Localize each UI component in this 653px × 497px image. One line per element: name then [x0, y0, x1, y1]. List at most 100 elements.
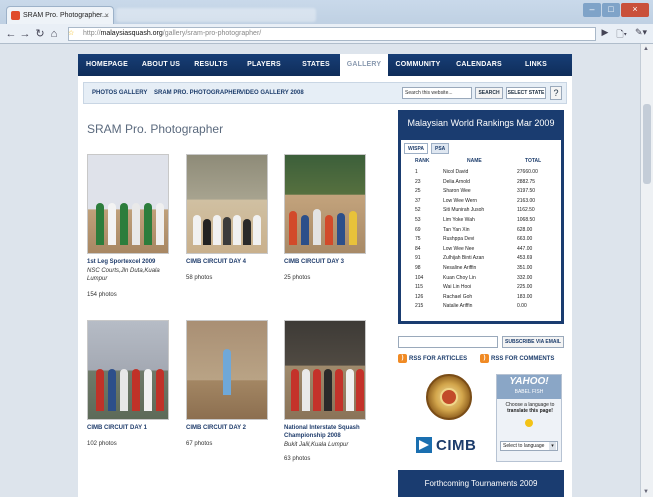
close-tab-icon[interactable]: × — [104, 7, 109, 24]
tab-title: SRAM Pro. Photographer... — [23, 12, 108, 19]
album-thumbnail[interactable] — [186, 320, 268, 420]
scroll-down-icon[interactable]: ▼ — [643, 489, 649, 495]
album-count: 102 photos — [87, 441, 117, 447]
nav-item-about-us[interactable]: ABOUT US — [136, 54, 186, 76]
nav-item-states[interactable]: STATES — [292, 54, 340, 76]
scrollbar[interactable]: ▲ ▼ — [640, 44, 653, 497]
browser-tab-blurred[interactable] — [116, 8, 316, 22]
forthcoming-tournaments-header: Forthcoming Tournaments 2009 — [398, 470, 564, 497]
rank-cell-name: Sharon Wee — [443, 188, 471, 195]
table-row: 23 Delia Arnold 2882.75 — [405, 178, 557, 186]
album-card[interactable]: CIMB CIRCUIT DAY 1 102 photos — [87, 320, 172, 448]
nav-item-homepage[interactable]: HOMEPAGE — [78, 54, 136, 76]
rank-cell-rank: 25 — [415, 188, 421, 195]
rank-cell-name: Nicol David — [443, 169, 469, 175]
rank-cell-name: Low Wee Nee — [443, 245, 475, 252]
select-state-dropdown[interactable]: SELECT STATE — [506, 87, 546, 99]
album-card[interactable]: CIMB CIRCUIT DAY 3 25 photos — [284, 154, 369, 282]
browser-chrome: SRAM Pro. Photographer... × – □ × ← → ↻ … — [0, 0, 653, 44]
album-name[interactable]: CIMB CIRCUIT DAY 1 — [87, 424, 172, 432]
scrollbar-thumb[interactable] — [643, 104, 651, 184]
subnav-video-gallery[interactable]: VIDEO GALLERY 2008 — [240, 83, 304, 103]
nav-item-calendars[interactable]: CALENDARS — [448, 54, 510, 76]
nav-item-results[interactable]: RESULTS — [186, 54, 236, 76]
rss-comments-link[interactable]: ) RSS FOR COMMENTS — [480, 354, 554, 364]
nav-item-links[interactable]: LINKS — [510, 54, 562, 76]
rank-cell-name: Siti Munirah Jusoh — [443, 207, 485, 214]
album-name[interactable]: CIMB CIRCUIT DAY 2 — [186, 424, 271, 432]
album-name[interactable]: National Interstate Squash Championship … — [284, 424, 369, 440]
album-name[interactable]: CIMB CIRCUIT DAY 3 — [284, 258, 369, 266]
scroll-up-icon[interactable]: ▲ — [643, 46, 649, 52]
album-thumbnail[interactable] — [87, 154, 169, 254]
rankings-header: RANK NAME TOTAL — [405, 158, 557, 166]
minimize-icon[interactable]: – — [583, 3, 601, 17]
rank-cell-rank: 75 — [415, 236, 421, 243]
rank-cell-rank: 91 — [415, 255, 421, 262]
association-emblem — [426, 374, 472, 420]
rank-cell-rank: 69 — [415, 226, 421, 233]
rank-cell-total: 0.00 — [517, 303, 527, 310]
rank-cell-total: 453.69 — [517, 255, 533, 262]
page-title: SRAM Pro. Photographer — [87, 122, 224, 136]
rank-cell-rank: 115 — [415, 284, 423, 291]
url-path: /gallery/sram-pro-photographer/ — [162, 30, 262, 37]
search-button[interactable]: SEARCH — [475, 87, 503, 99]
album-location: NSC Courts,Jln Duta,Kuala Lumpur — [87, 268, 160, 282]
rank-cell-rank: 104 — [415, 274, 424, 281]
album-thumbnail[interactable] — [284, 154, 366, 254]
rss-comments-label: RSS FOR COMMENTS — [491, 356, 555, 363]
header-total[interactable]: TOTAL — [525, 158, 541, 164]
back-icon[interactable]: ← — [4, 27, 18, 41]
album-card[interactable]: CIMB CIRCUIT DAY 2 67 photos — [186, 320, 271, 448]
nav-item-community[interactable]: COMMUNITY — [388, 54, 448, 76]
rank-cell-name: Rachael Goh — [443, 293, 473, 300]
nav-item-gallery[interactable]: GALLERY — [340, 54, 388, 76]
album-name[interactable]: CIMB CIRCUIT DAY 4 — [186, 258, 271, 266]
subscribe-button[interactable]: SUBSCRIBE VIA EMAIL — [502, 336, 564, 348]
page-menu-icon[interactable]: ▶ — [601, 27, 608, 43]
tab-psa[interactable]: PSA — [431, 143, 450, 154]
help-icon[interactable]: ? — [550, 86, 562, 100]
close-window-icon[interactable]: × — [621, 3, 649, 17]
table-row: 126 Rachael Goh 183.00 — [405, 293, 557, 301]
rss-articles-link[interactable]: ) RSS FOR ARTICLES — [398, 354, 467, 364]
email-field[interactable] — [398, 336, 498, 348]
rank-cell-total: 183.00 — [517, 293, 533, 300]
rank-cell-rank: 215 — [415, 303, 424, 310]
wrench-icon[interactable]: ✎▾ — [635, 27, 647, 43]
cimb-sponsor-logo[interactable]: CIMB — [416, 436, 476, 454]
address-bar[interactable]: ☆ http://malaysiasquash.org/gallery/sram… — [68, 27, 596, 41]
album-thumbnail[interactable] — [284, 320, 366, 420]
tab-wispa[interactable]: WISPA — [404, 143, 429, 154]
album-count: 63 photos — [284, 456, 311, 462]
search-input[interactable]: Search this website... — [402, 87, 472, 99]
rank-cell-rank: 53 — [415, 217, 421, 223]
header-name[interactable]: NAME — [467, 158, 482, 164]
rank-cell-total: 1162.50 — [517, 207, 535, 214]
page-icon[interactable]: 🗋▾ — [616, 27, 627, 43]
album-name[interactable]: 1st Leg Sportexcel 2009 — [87, 258, 172, 266]
header-rank[interactable]: RANK — [415, 158, 429, 164]
nav-item-players[interactable]: PLAYERS — [236, 54, 292, 76]
table-row: 52 Siti Munirah Jusoh 1162.50 — [405, 206, 557, 214]
rank-cell-name: Rushppa Devi — [443, 236, 475, 243]
album-card[interactable]: 1st Leg Sportexcel 2009 NSC Courts,Jln D… — [87, 154, 172, 299]
album-card[interactable]: CIMB CIRCUIT DAY 4 58 photos — [186, 154, 271, 282]
album-thumbnail[interactable] — [87, 320, 169, 420]
forward-icon[interactable]: → — [18, 27, 32, 41]
home-icon[interactable]: ⌂ — [47, 27, 61, 41]
maximize-icon[interactable]: □ — [602, 3, 620, 17]
rankings-table: WISPA PSA RANK NAME TOTAL 1 Nicol David 27… — [401, 140, 561, 321]
chevron-down-icon[interactable]: ▾ — [549, 442, 556, 450]
star-icon[interactable]: ☆ — [68, 28, 74, 40]
language-select[interactable]: Select to language ▾ — [500, 441, 558, 451]
album-card[interactable]: National Interstate Squash Championship … — [284, 320, 369, 463]
browser-tab[interactable]: SRAM Pro. Photographer... × — [6, 6, 114, 24]
rss-icon: ) — [398, 354, 407, 363]
album-thumbnail[interactable] — [186, 154, 268, 254]
reload-icon[interactable]: ↻ — [33, 27, 47, 41]
rank-cell-total: 663.00 — [517, 236, 533, 243]
subnav-sram-pro-photographer[interactable]: SRAM PRO. PHOTOGRAPHER — [154, 83, 241, 103]
subnav-photos-gallery[interactable]: PHOTOS GALLERY — [92, 83, 147, 103]
